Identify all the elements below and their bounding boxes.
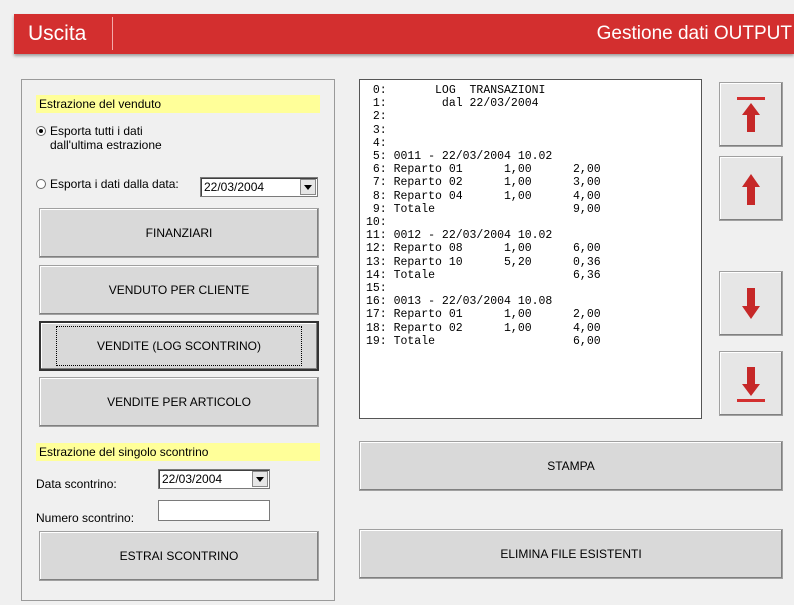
- radio-export-all[interactable]: Esporta tutti i dati dall'ultima estrazi…: [36, 124, 162, 152]
- chevron-down-icon[interactable]: [252, 471, 268, 487]
- numero-scontrino-input[interactable]: [158, 500, 270, 521]
- log-line: 4:: [366, 136, 387, 150]
- arrow-up-icon: [742, 173, 760, 205]
- log-line: 9: Totale 9,00: [366, 202, 601, 216]
- log-line: 17: Reparto 01 1,00 2,00: [366, 308, 601, 322]
- section-venduto-label: Estrazione del venduto: [36, 95, 320, 113]
- section-scontrino-label: Estrazione del singolo scontrino: [36, 443, 320, 461]
- venduto-cliente-button[interactable]: VENDUTO PER CLIENTE: [39, 265, 319, 315]
- estrai-scontrino-button[interactable]: ESTRAI SCONTRINO: [39, 531, 319, 581]
- data-scontrino-value: 22/03/2004: [162, 472, 223, 486]
- window: Uscita Gestione dati OUTPUT Estrazione d…: [0, 0, 794, 605]
- export-date-select[interactable]: 22/03/2004: [200, 177, 318, 197]
- vendite-log-label: VENDITE (LOG SCONTRINO): [55, 326, 302, 366]
- radio-export-from-label: Esporta i dati dalla data:: [50, 177, 179, 191]
- vendite-articolo-button[interactable]: VENDITE PER ARTICOLO: [39, 377, 319, 427]
- log-line: 16: 0013 - 22/03/2004 10.08: [366, 295, 553, 309]
- arrow-down-icon: [742, 287, 760, 319]
- log-line: 18: Reparto 02 1,00 4,00: [366, 321, 601, 335]
- radio-all-icon[interactable]: [36, 126, 46, 136]
- scroll-bottom-button[interactable]: [719, 351, 783, 416]
- log-line: 10:: [366, 216, 387, 230]
- chevron-down-icon[interactable]: [300, 179, 316, 195]
- scroll-up-button[interactable]: [719, 156, 783, 221]
- log-line: 14: Totale 6,36: [366, 268, 601, 282]
- log-line: 5: 0011 - 22/03/2004 10.02: [366, 150, 553, 164]
- log-line: 12: Reparto 08 1,00 6,00: [366, 242, 601, 256]
- radio-export-all-label: Esporta tutti i dati dall'ultima estrazi…: [50, 124, 162, 152]
- header-separator: [112, 17, 113, 50]
- scroll-down-button[interactable]: [719, 271, 783, 336]
- log-line: 0: LOG TRANSAZIONI: [366, 84, 546, 97]
- elimina-file-button[interactable]: ELIMINA FILE ESISTENTI: [359, 529, 783, 579]
- header-bar: Uscita Gestione dati OUTPUT: [14, 14, 794, 54]
- data-scontrino-select[interactable]: 22/03/2004: [158, 469, 270, 489]
- log-line: 19: Totale 6,00: [366, 334, 601, 348]
- page-title: Gestione dati OUTPUT: [596, 23, 792, 44]
- log-line: 2:: [366, 110, 387, 124]
- log-line: 3:: [366, 123, 387, 137]
- numero-scontrino-label: Numero scontrino:: [36, 511, 135, 525]
- arrow-to-bottom-icon: [737, 366, 765, 402]
- data-scontrino-label: Data scontrino:: [36, 477, 117, 491]
- transaction-log[interactable]: 0: LOG TRANSAZIONI 1: dal 22/03/2004 2: …: [359, 79, 702, 419]
- finanziari-button[interactable]: FINANZIARI: [39, 208, 319, 258]
- log-line: 11: 0012 - 22/03/2004 10.02: [366, 229, 553, 243]
- log-line: 13: Reparto 10 5,20 0,36: [366, 255, 601, 269]
- log-line: 8: Reparto 04 1,00 4,00: [366, 189, 601, 203]
- log-line: 15:: [366, 282, 387, 296]
- log-line: 6: Reparto 01 1,00 2,00: [366, 163, 601, 177]
- log-line: 7: Reparto 02 1,00 3,00: [366, 176, 601, 190]
- radio-export-from[interactable]: Esporta i dati dalla data:: [36, 177, 179, 191]
- arrow-to-top-icon: [737, 96, 765, 132]
- exit-title[interactable]: Uscita: [28, 22, 86, 46]
- stampa-button[interactable]: STAMPA: [359, 441, 783, 491]
- vendite-log-button[interactable]: VENDITE (LOG SCONTRINO): [39, 321, 319, 371]
- export-date-value: 22/03/2004: [204, 180, 265, 194]
- log-line: 1: dal 22/03/2004: [366, 97, 539, 111]
- scroll-top-button[interactable]: [719, 82, 783, 147]
- radio-from-icon[interactable]: [36, 179, 46, 189]
